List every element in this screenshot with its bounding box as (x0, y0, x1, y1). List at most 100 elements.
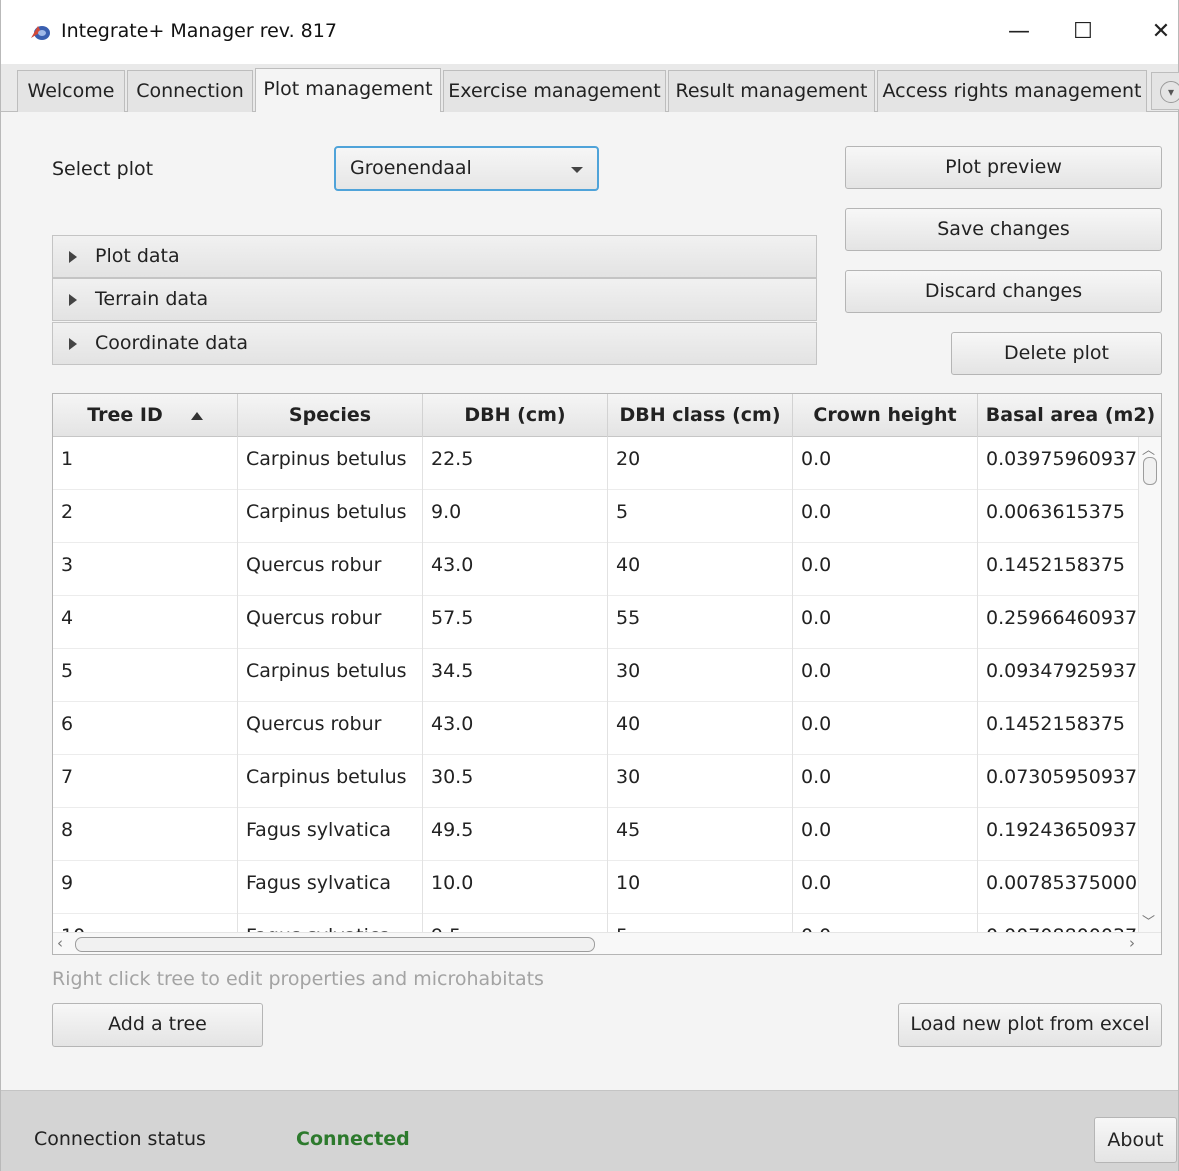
cell-dbh: 49.5 (423, 808, 608, 861)
cell-dbh-class: 30 (608, 755, 793, 808)
column-header-dbh-class[interactable]: DBH class (cm) (608, 394, 793, 437)
cell-dbh-class: 40 (608, 702, 793, 755)
section-terrain-data[interactable]: Terrain data (52, 278, 817, 321)
cell-dbh-class: 20 (608, 437, 793, 490)
expand-arrow-icon (69, 294, 77, 306)
cell-dbh: 30.5 (423, 755, 608, 808)
cell-tree-id: 6 (53, 702, 238, 755)
cell-species: Fagus sylvatica (238, 808, 423, 861)
table-row[interactable]: 8 Fagus sylvatica 49.5 45 0.0 0.192436509375 (53, 808, 1139, 861)
delete-plot-button[interactable]: Delete plot (951, 332, 1162, 375)
column-header-dbh[interactable]: DBH (cm) (423, 394, 608, 437)
close-button[interactable]: ✕ (1141, 12, 1179, 52)
cell-dbh: 9.5 (423, 914, 608, 932)
column-header-crown-height[interactable]: Crown height (m) (793, 394, 978, 469)
cell-dbh-class: 5 (608, 914, 793, 932)
cell-tree-id: 4 (53, 596, 238, 649)
cell-tree-id: 10 (53, 914, 238, 932)
dropdown-arrow-icon (571, 167, 583, 173)
cell-dbh: 43.0 (423, 543, 608, 596)
horizontal-scroll-thumb[interactable] (75, 937, 595, 952)
title-bar: Integrate+ Manager rev. 817 — ☐ ✕ (1, 0, 1178, 64)
cell-dbh: 43.0 (423, 702, 608, 755)
sort-ascending-icon (190, 411, 203, 420)
maximize-button[interactable]: ☐ (1063, 12, 1103, 52)
discard-changes-button[interactable]: Discard changes (845, 270, 1162, 313)
cell-basal-area: 0.259664609375 (978, 596, 1139, 649)
section-label: Terrain data (95, 288, 209, 310)
plot-management-panel: Select plot Groenendaal Plot preview Sav… (1, 112, 1178, 1090)
save-changes-button[interactable]: Save changes (845, 208, 1162, 251)
cell-crown-height: 0.0 (793, 437, 978, 490)
about-button[interactable]: About (1094, 1117, 1177, 1163)
cell-basal-area: 0.039759609375 (978, 437, 1139, 490)
tab-access-rights-management[interactable]: Access rights management (877, 70, 1147, 112)
cell-species: Fagus sylvatica (238, 861, 423, 914)
select-plot-label: Select plot (52, 158, 154, 180)
section-label: Plot data (95, 245, 180, 267)
cell-crown-height: 0.0 (793, 861, 978, 914)
cell-species: Quercus robur (238, 596, 423, 649)
chevron-down-icon: ▾ (1160, 81, 1179, 103)
column-header-species[interactable]: Species (238, 394, 423, 437)
tab-bar: Welcome Connection Plot management Exerc… (1, 64, 1179, 113)
cell-basal-area: 0.093479259375 (978, 649, 1139, 702)
cell-crown-height: 0.0 (793, 490, 978, 543)
cell-dbh: 9.0 (423, 490, 608, 543)
table-row[interactable]: 5 Carpinus betulus 34.5 30 0.0 0.093479259375 (53, 649, 1139, 702)
table-row[interactable]: 4 Quercus robur 57.5 55 0.0 0.259664609375 (53, 596, 1139, 649)
cell-dbh: 10.0 (423, 861, 608, 914)
cell-dbh: 57.5 (423, 596, 608, 649)
cell-crown-height: 0.0 (793, 596, 978, 649)
tree-table: Tree ID Species DBH (cm) DBH class (cm) … (52, 393, 1162, 955)
cell-species: Carpinus betulus (238, 437, 423, 490)
scroll-up-icon[interactable]: ︿ (1142, 439, 1155, 458)
vertical-scrollbar[interactable]: ︿ ﹀ (1139, 437, 1161, 932)
expand-arrow-icon (69, 251, 77, 263)
plot-preview-button[interactable]: Plot preview (845, 146, 1162, 189)
table-row[interactable]: 2 Carpinus betulus 9.0 5 0.0 0.0063615375 (53, 490, 1139, 543)
vertical-scroll-thumb[interactable] (1143, 457, 1157, 485)
cell-dbh-class: 5 (608, 490, 793, 543)
cell-species: Quercus robur (238, 702, 423, 755)
tab-overflow-menu[interactable]: ▾ (1151, 72, 1179, 110)
table-header: Tree ID Species DBH (cm) DBH class (cm) … (53, 394, 1161, 469)
tab-connection[interactable]: Connection (127, 70, 253, 112)
cell-species: Carpinus betulus (238, 490, 423, 543)
connection-status-label: Connection status (34, 1128, 206, 1150)
status-bar: Connection status Connected About (1, 1090, 1178, 1171)
section-label: Coordinate data (95, 332, 248, 354)
cell-basal-area: 0.1452158375 (978, 702, 1139, 755)
table-row[interactable]: 1 Carpinus betulus 22.5 20 0.0 0.039759609375 (53, 437, 1139, 490)
load-excel-button[interactable]: Load new plot from excel (898, 1003, 1162, 1047)
horizontal-scrollbar[interactable]: ‹ › (53, 932, 1161, 954)
expand-arrow-icon (69, 338, 77, 350)
minimize-button[interactable]: — (999, 12, 1039, 52)
cell-species: Fagus sylvatica (238, 914, 423, 932)
add-tree-button[interactable]: Add a tree (52, 1003, 263, 1047)
column-header-basal-area[interactable]: Basal area (m2) (978, 394, 1161, 437)
scroll-right-icon[interactable]: › (1129, 934, 1135, 952)
table-row[interactable]: 3 Quercus robur 43.0 40 0.0 0.1452158375 (53, 543, 1139, 596)
table-hint-text: Right click tree to edit properties and … (52, 968, 544, 990)
scroll-down-icon[interactable]: ﹀ (1142, 911, 1155, 930)
table-row[interactable]: 6 Quercus robur 43.0 40 0.0 0.1452158375 (53, 702, 1139, 755)
tab-exercise-management[interactable]: Exercise management (443, 70, 666, 112)
tab-welcome[interactable]: Welcome (17, 70, 125, 112)
table-row[interactable]: 9 Fagus sylvatica 10.0 10 0.0 0.007853750000 (53, 861, 1139, 914)
column-header-tree-id[interactable]: Tree ID (53, 394, 238, 437)
cell-species: Carpinus betulus (238, 755, 423, 808)
cell-dbh: 22.5 (423, 437, 608, 490)
scroll-left-icon[interactable]: ‹ (57, 934, 63, 952)
cell-dbh-class: 30 (608, 649, 793, 702)
table-row[interactable]: 10Fagus sylvatica9.550.00.007088000375 (53, 914, 1139, 932)
section-plot-data[interactable]: Plot data (52, 235, 817, 278)
table-row[interactable]: 7 Carpinus betulus 30.5 30 0.0 0.073059509375 (53, 755, 1139, 808)
tab-plot-management[interactable]: Plot management (255, 68, 441, 113)
tab-result-management[interactable]: Result management (668, 70, 875, 112)
cell-basal-area: 0.007853750000 (978, 861, 1139, 914)
table-body: 1 Carpinus betulus 22.5 20 0.0 0.039759609375… (53, 437, 1139, 932)
plot-select-dropdown[interactable]: Groenendaal (334, 146, 599, 191)
section-coordinate-data[interactable]: Coordinate data (52, 322, 817, 365)
cell-dbh-class: 10 (608, 861, 793, 914)
